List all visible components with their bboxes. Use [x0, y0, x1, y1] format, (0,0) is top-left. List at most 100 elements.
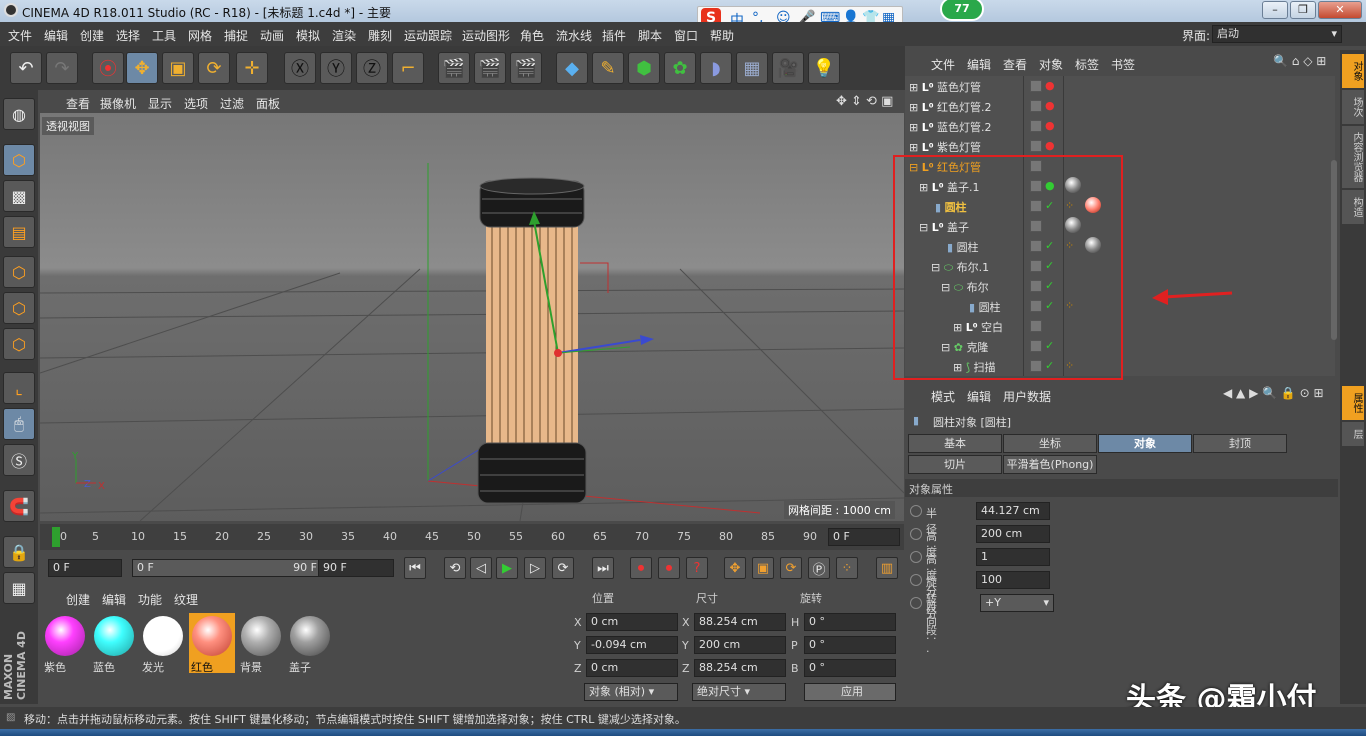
cube-object-icon[interactable]: ◆ — [556, 52, 588, 84]
side-tab-layers[interactable]: 层 — [1342, 422, 1364, 446]
y-axis-icon[interactable]: Ⓨ — [320, 52, 352, 84]
prev-frame-icon[interactable]: ◁ — [470, 557, 492, 579]
undo-icon[interactable]: ↶ — [10, 52, 42, 84]
tab-basic[interactable]: 基本 — [908, 434, 1002, 453]
model-mode-icon[interactable]: ⬡ — [3, 144, 35, 176]
material-swatch[interactable]: 盖子 — [287, 613, 333, 674]
minimize-button[interactable]: – — [1262, 1, 1288, 19]
deformer-icon[interactable]: ◗ — [700, 52, 732, 84]
layout-select[interactable]: 启动 ▾ — [1212, 25, 1342, 43]
material-swatch-selected[interactable]: 红色 — [189, 613, 235, 674]
end-frame-field[interactable]: 90 F — [318, 559, 394, 577]
menu-help[interactable]: 帮助 — [710, 27, 734, 44]
tab-coord[interactable]: 坐标 — [1003, 434, 1097, 453]
tree-row[interactable]: ⊞ L⁰ 蓝色灯管 ● — [905, 76, 1335, 96]
attr-menu-userdata[interactable]: 用户数据 — [1003, 388, 1051, 405]
rot-p-field[interactable]: 0 ° — [804, 636, 896, 654]
keyframe-dot-icon[interactable] — [910, 574, 922, 586]
mat-menu-create[interactable]: 创建 — [66, 591, 90, 608]
menu-mograph[interactable]: 运动图形 — [462, 27, 510, 44]
move-icon[interactable]: ✥ — [126, 52, 158, 84]
material-swatch[interactable]: 发光 — [140, 613, 186, 674]
size-mode-select[interactable]: 绝对尺寸 ▾ — [692, 683, 786, 701]
keyframe-dot-icon[interactable] — [910, 551, 922, 563]
tree-scrollbar[interactable] — [1331, 160, 1337, 340]
z-axis-icon[interactable]: Ⓩ — [356, 52, 388, 84]
side-tab-attributes[interactable]: 属性 — [1342, 386, 1364, 420]
obj-menu-view[interactable]: 查看 — [1003, 56, 1027, 73]
snap-icon[interactable]: Ⓢ — [3, 444, 35, 476]
render-view-icon[interactable]: 🎬 — [438, 52, 470, 84]
menu-create[interactable]: 创建 — [80, 27, 104, 44]
vp-menu-panel[interactable]: 面板 — [256, 95, 280, 112]
edges-mode-icon[interactable]: ⬡ — [3, 292, 35, 324]
key-scale-icon[interactable]: ▣ — [752, 557, 774, 579]
render-picture-viewer-icon[interactable]: 🎬 — [474, 52, 506, 84]
height-field[interactable]: 200 cm — [976, 525, 1050, 543]
size-y-field[interactable]: 200 cm — [694, 636, 786, 654]
x-axis-icon[interactable]: Ⓧ — [284, 52, 316, 84]
timeline-window-icon[interactable]: ▥ — [876, 557, 898, 579]
mat-menu-function[interactable]: 功能 — [138, 591, 162, 608]
obj-header-icons[interactable]: 🔍 ⌂ ◇ ⊞ — [1273, 54, 1326, 68]
rotation-segments-field[interactable]: 100 — [976, 571, 1050, 589]
vp-menu-view[interactable]: 查看 — [66, 95, 90, 112]
side-tab-structure[interactable]: 构造 — [1342, 190, 1364, 224]
key-pla-icon[interactable]: ⁘ — [836, 557, 858, 579]
tab-phong[interactable]: 平滑着色(Phong) — [1003, 455, 1097, 474]
apply-button[interactable]: 应用 — [804, 683, 896, 701]
side-tab-objects[interactable]: 对象 — [1342, 54, 1364, 88]
start-frame-field[interactable]: 0 F — [48, 559, 122, 577]
menu-simulate[interactable]: 模拟 — [296, 27, 320, 44]
tree-row[interactable]: ⊞ L⁰ 蓝色灯管.2 ● — [905, 116, 1335, 136]
magnet-icon[interactable]: 🧲 — [3, 490, 35, 522]
side-tab-content-browser[interactable]: 内容浏览器 — [1342, 126, 1364, 188]
size-z-field[interactable]: 88.254 cm — [694, 659, 786, 677]
menu-plugins[interactable]: 插件 — [602, 27, 626, 44]
subdivision-icon[interactable]: ⬢ — [628, 52, 660, 84]
render-settings-icon[interactable]: 🎬 — [510, 52, 542, 84]
menu-window[interactable]: 窗口 — [674, 27, 698, 44]
record-icon[interactable]: ⏺ — [630, 557, 652, 579]
menu-character[interactable]: 角色 — [520, 27, 544, 44]
light-icon[interactable]: 💡 — [808, 52, 840, 84]
current-frame-field[interactable]: 0 F — [828, 528, 900, 546]
key-position-icon[interactable]: ✥ — [724, 557, 746, 579]
tab-slice[interactable]: 切片 — [908, 455, 1002, 474]
size-x-field[interactable]: 88.254 cm — [694, 613, 786, 631]
pos-y-field[interactable]: -0.094 cm — [586, 636, 678, 654]
rotate-icon[interactable]: ⟳ — [198, 52, 230, 84]
keyframe-selection-icon[interactable]: ? — [686, 557, 708, 579]
rot-b-field[interactable]: 0 ° — [804, 659, 896, 677]
play-icon[interactable]: ▶ — [496, 557, 518, 579]
goto-end-icon[interactable]: ⏭ — [592, 557, 614, 579]
workplane-icon[interactable]: ▤ — [3, 216, 35, 248]
rot-h-field[interactable]: 0 ° — [804, 613, 896, 631]
timeline-ruler[interactable]: 0 5 10 15 20 25 30 35 40 45 50 55 60 65 … — [40, 524, 904, 550]
obj-menu-file[interactable]: 文件 — [931, 56, 955, 73]
camera-icon[interactable]: 🎥 — [772, 52, 804, 84]
tree-row[interactable]: ⊞ L⁰ 红色灯管.2 ● — [905, 96, 1335, 116]
coord-system-icon[interactable]: ⌐ — [392, 52, 424, 84]
next-frame-icon[interactable]: ▷ — [524, 557, 546, 579]
radius-field[interactable]: 44.127 cm — [976, 502, 1050, 520]
mat-menu-edit[interactable]: 编辑 — [102, 591, 126, 608]
attr-menu-mode[interactable]: 模式 — [931, 388, 955, 405]
menu-select[interactable]: 选择 — [116, 27, 140, 44]
menu-file[interactable]: 文件 — [8, 27, 32, 44]
planar-workplane-icon[interactable]: ▦ — [3, 572, 35, 604]
polygons-mode-icon[interactable]: ⬡ — [3, 328, 35, 360]
obj-menu-objects[interactable]: 对象 — [1039, 56, 1063, 73]
key-rotation-icon[interactable]: ⟳ — [780, 557, 802, 579]
frame-range-slider[interactable]: 0 F 90 F — [132, 559, 324, 577]
autokey-icon[interactable]: ⏺ — [658, 557, 680, 579]
menu-animate[interactable]: 动画 — [260, 27, 284, 44]
attr-menu-edit[interactable]: 编辑 — [967, 388, 991, 405]
key-param-icon[interactable]: Ⓟ — [808, 557, 830, 579]
menu-sculpt[interactable]: 雕刻 — [368, 27, 392, 44]
side-tab-takes[interactable]: 场次 — [1342, 90, 1364, 124]
cloner-icon[interactable]: ✿ — [664, 52, 696, 84]
coord-mode-select[interactable]: 对象 (相对) ▾ — [584, 683, 678, 701]
make-editable-icon[interactable]: ◍ — [3, 98, 35, 130]
menu-motion-tracking[interactable]: 运动跟踪 — [404, 27, 452, 44]
